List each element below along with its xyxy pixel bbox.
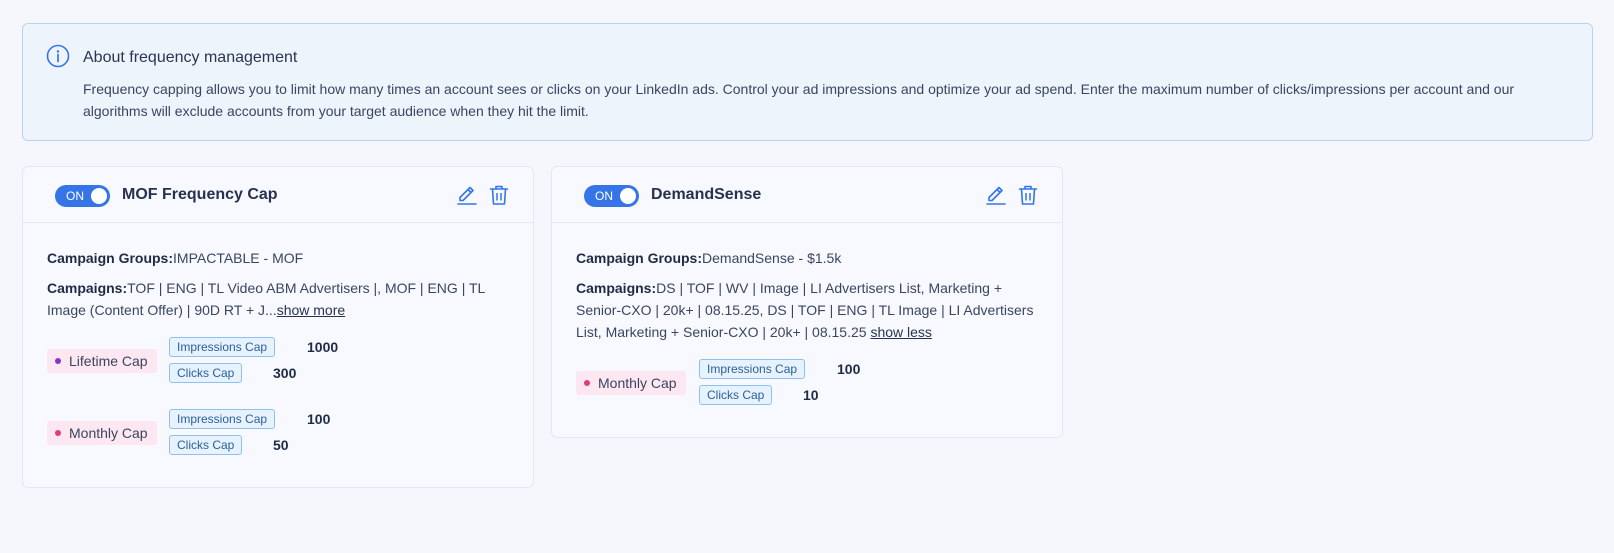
campaigns-label: Campaigns:	[47, 280, 128, 296]
cap-row-lifetime: Lifetime Cap Impressions Cap 1000 Clicks…	[47, 337, 507, 383]
campaigns-label: Campaigns:	[576, 280, 657, 296]
campaigns: Campaigns:TOF | ENG | TL Video ABM Adver…	[47, 277, 509, 321]
campaign-groups: Campaign Groups:IMPACTABLE - MOF	[47, 247, 509, 269]
toggle-label: ON	[66, 189, 84, 203]
delete-icon[interactable]	[1017, 184, 1039, 206]
impressions-cap-tag: Impressions Cap	[169, 409, 276, 429]
edit-icon[interactable]	[456, 184, 478, 206]
campaign-groups: Campaign Groups:DemandSense - $1.5k	[576, 247, 1038, 269]
enable-toggle[interactable]: ON	[55, 185, 110, 207]
delete-icon[interactable]	[488, 184, 510, 206]
cap-dot	[55, 358, 61, 364]
cap-dot	[584, 380, 590, 386]
cap-type-label: Monthly Cap	[69, 425, 148, 441]
card-title: MOF Frequency Cap	[122, 186, 278, 203]
clicks-cap-value: 50	[273, 437, 289, 453]
card-body: Campaign Groups:IMPACTABLE - MOF Campaig…	[23, 223, 533, 321]
cap-dot	[55, 430, 61, 436]
clicks-cap-value: 10	[803, 387, 819, 403]
impressions-cap-value: 100	[837, 361, 861, 377]
card-header: ON DemandSense	[552, 167, 1062, 223]
campaigns: Campaigns:DS | TOF | WV | Image | LI Adv…	[576, 277, 1038, 343]
cap-type-badge: Monthly Cap	[47, 421, 157, 445]
cap-type-label: Lifetime Cap	[69, 353, 148, 369]
info-text: Frequency capping allows you to limit ho…	[83, 81, 1515, 119]
info-icon	[46, 44, 70, 68]
impressions-cap-value: 1000	[307, 339, 339, 355]
card-title: DemandSense	[651, 186, 762, 203]
edit-icon[interactable]	[985, 184, 1007, 206]
clicks-cap-tag: Clicks Cap	[699, 385, 773, 405]
enable-toggle[interactable]: ON	[584, 185, 639, 207]
frequency-cap-card: ON DemandSense Campaign Groups:DemandSen…	[551, 166, 1063, 438]
impressions-cap-tag: Impressions Cap	[699, 359, 806, 379]
cap-row-monthly: Monthly Cap Impressions Cap 100 Clicks C…	[47, 409, 507, 455]
frequency-cap-card: ON MOF Frequency Cap Campaign Groups:IMP…	[22, 166, 534, 488]
clicks-cap-tag: Clicks Cap	[169, 435, 243, 455]
campaign-groups-label: Campaign Groups:	[576, 250, 703, 266]
toggle-knob	[91, 188, 107, 204]
card-body: Campaign Groups:DemandSense - $1.5k Camp…	[552, 223, 1062, 343]
show-more-link[interactable]: show more	[277, 302, 345, 318]
card-header: ON MOF Frequency Cap	[23, 167, 533, 223]
toggle-knob	[620, 188, 636, 204]
campaign-groups-value: IMPACTABLE - MOF	[173, 250, 304, 266]
clicks-cap-value: 300	[273, 365, 297, 381]
info-banner: About frequency management Frequency cap…	[22, 23, 1593, 141]
info-title: About frequency management	[83, 49, 298, 66]
cap-row-monthly: Monthly Cap Impressions Cap 100 Clicks C…	[576, 359, 1036, 405]
cap-type-label: Monthly Cap	[598, 375, 677, 391]
campaign-groups-label: Campaign Groups:	[47, 250, 174, 266]
show-less-link[interactable]: show less	[870, 324, 931, 340]
clicks-cap-tag: Clicks Cap	[169, 363, 243, 383]
campaign-groups-value: DemandSense - $1.5k	[702, 250, 842, 266]
toggle-label: ON	[595, 189, 613, 203]
impressions-cap-tag: Impressions Cap	[169, 337, 276, 357]
impressions-cap-value: 100	[307, 411, 331, 427]
cap-type-badge: Monthly Cap	[576, 371, 686, 395]
cap-type-badge: Lifetime Cap	[47, 349, 157, 373]
